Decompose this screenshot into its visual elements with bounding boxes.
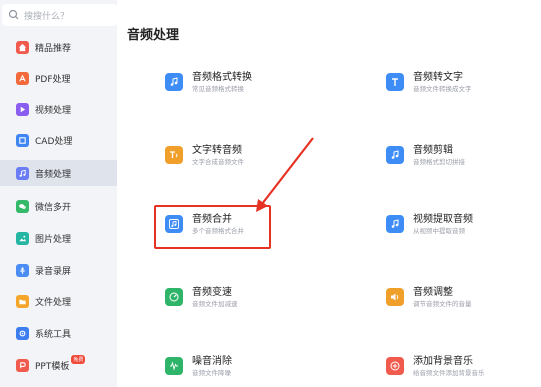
microphone-icon bbox=[16, 263, 29, 277]
sidebar-item-label: 图片处理 bbox=[35, 234, 72, 245]
sidebar-item-cad[interactable]: CAD处理 bbox=[0, 127, 117, 153]
sidebar-item-label: 文件处理 bbox=[35, 297, 72, 308]
tool-audio-speed[interactable]: 音频变速 音频文件加减速 bbox=[165, 286, 238, 316]
image-icon bbox=[16, 231, 29, 245]
sidebar-item-label: 微信多开 bbox=[35, 202, 72, 213]
tool-name: 文字转音频 bbox=[192, 145, 242, 156]
tool-desc: 音频文件加减速 bbox=[192, 300, 238, 308]
tool-desc: 音频格式剪切拼接 bbox=[413, 158, 465, 166]
sidebar-item-system-tools[interactable]: 系统工具 bbox=[0, 320, 117, 346]
sidebar-item-label: PDF处理 bbox=[35, 74, 71, 85]
highlight-box bbox=[154, 205, 271, 249]
tool-audio-format-convert[interactable]: 音频格式转换 常见音频格式转换 bbox=[165, 71, 252, 101]
video-extract-audio-icon bbox=[386, 215, 404, 233]
audio-cut-icon bbox=[386, 146, 404, 164]
sidebar-item-label: 录音录屏 bbox=[35, 266, 72, 277]
page-title: 音频处理 bbox=[127, 28, 180, 43]
tool-name: 噪音消除 bbox=[192, 356, 232, 367]
tool-desc: 从视频中提取音频 bbox=[413, 227, 465, 235]
sidebar: 搜搜什么？ 精品推荐 PDF处理 视频处理 CAD处理 音频处理 微信多开 图片… bbox=[0, 0, 117, 387]
sidebar-item-audio[interactable]: 音频处理 bbox=[0, 160, 117, 186]
tool-name: 音频调整 bbox=[413, 287, 453, 298]
sidebar-item-video[interactable]: 视频处理 bbox=[0, 96, 117, 122]
audio-to-text-icon bbox=[386, 73, 404, 91]
sidebar-item-label: 系统工具 bbox=[35, 329, 72, 340]
sidebar-item-label: PPT模板 bbox=[35, 361, 70, 372]
audio-convert-icon bbox=[165, 73, 183, 91]
tool-audio-volume[interactable]: 音频调整 调节音频文件的音量 bbox=[386, 286, 472, 316]
tool-name: 音频变速 bbox=[192, 287, 232, 298]
tool-name: 音频格式转换 bbox=[192, 72, 252, 83]
tool-text-to-audio[interactable]: 文字转音频 文字合成音频文件 bbox=[165, 144, 244, 174]
tool-name: 音频转文字 bbox=[413, 72, 463, 83]
tool-video-extract-audio[interactable]: 视频提取音频 从视频中提取音频 bbox=[386, 213, 473, 243]
search-icon bbox=[8, 9, 19, 20]
sidebar-item-label: 精品推荐 bbox=[35, 43, 72, 54]
pdf-icon bbox=[16, 71, 29, 85]
folder-icon bbox=[16, 294, 29, 308]
sidebar-item-files[interactable]: 文件处理 bbox=[0, 288, 117, 314]
sidebar-item-label: 音频处理 bbox=[35, 169, 72, 180]
sidebar-item-label: 视频处理 bbox=[35, 105, 72, 116]
noise-reduce-icon bbox=[165, 357, 183, 375]
cad-icon bbox=[16, 133, 29, 147]
tool-audio-cut[interactable]: 音频剪辑 音频格式剪切拼接 bbox=[386, 144, 465, 174]
add-bgm-icon bbox=[386, 357, 404, 375]
free-badge: 免费 bbox=[71, 355, 86, 364]
tool-name: 音频剪辑 bbox=[413, 145, 453, 156]
tool-desc: 音频文件转换成文字 bbox=[413, 85, 472, 93]
home-icon bbox=[16, 40, 29, 54]
ppt-icon bbox=[16, 358, 29, 372]
sidebar-item-featured[interactable]: 精品推荐 bbox=[0, 34, 117, 60]
sidebar-item-wechat[interactable]: 微信多开 bbox=[0, 193, 117, 219]
tool-desc: 音频文件降噪 bbox=[192, 369, 231, 377]
sidebar-item-ppt-templates[interactable]: PPT模板 免费 bbox=[0, 352, 117, 378]
video-icon bbox=[16, 102, 29, 116]
sidebar-item-label: CAD处理 bbox=[35, 136, 73, 147]
text-to-audio-icon bbox=[165, 146, 183, 164]
tool-noise-reduction[interactable]: 噪音消除 音频文件降噪 bbox=[165, 355, 232, 385]
tool-name: 视频提取音频 bbox=[413, 214, 473, 225]
tool-name: 添加背景音乐 bbox=[413, 356, 473, 367]
search-box[interactable]: 搜搜什么？ bbox=[2, 4, 117, 26]
audio-icon bbox=[16, 166, 29, 180]
tool-desc: 文字合成音频文件 bbox=[192, 158, 244, 166]
tool-audio-to-text[interactable]: 音频转文字 音频文件转换成文字 bbox=[386, 71, 472, 101]
gear-icon bbox=[16, 326, 29, 340]
sidebar-item-recording[interactable]: 录音录屏 bbox=[0, 257, 117, 283]
tool-desc: 调节音频文件的音量 bbox=[413, 300, 472, 308]
wechat-icon bbox=[16, 199, 29, 213]
audio-volume-icon bbox=[386, 288, 404, 306]
sidebar-item-pdf[interactable]: PDF处理 bbox=[0, 65, 117, 91]
tool-desc: 给音频文件添加背景音乐 bbox=[413, 369, 485, 377]
audio-speed-icon bbox=[165, 288, 183, 306]
tool-add-background-music[interactable]: 添加背景音乐 给音频文件添加背景音乐 bbox=[386, 355, 485, 385]
search-input[interactable]: 搜搜什么？ bbox=[24, 9, 69, 22]
sidebar-item-image[interactable]: 图片处理 bbox=[0, 225, 117, 251]
tool-desc: 常见音频格式转换 bbox=[192, 85, 244, 93]
